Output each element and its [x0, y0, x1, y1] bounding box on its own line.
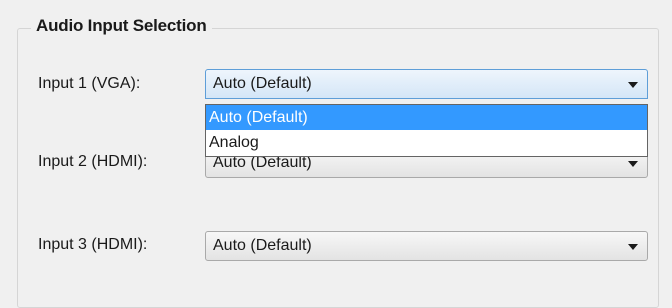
input-1-dropdown-list: Auto (Default) Analog	[205, 104, 648, 157]
dropdown-arrow-icon	[628, 244, 638, 250]
input-3-select[interactable]: Auto (Default)	[205, 231, 648, 261]
dropdown-option-auto-default[interactable]: Auto (Default)	[206, 105, 647, 130]
audio-input-panel: Audio Input Selection Input 1 (VGA): Aut…	[0, 0, 672, 308]
group-title: Audio Input Selection	[31, 16, 212, 36]
input-1-select-value: Auto (Default)	[213, 75, 312, 92]
dropdown-arrow-icon	[628, 161, 638, 167]
dropdown-option-analog[interactable]: Analog	[206, 130, 647, 155]
input-1-label: Input 1 (VGA):	[38, 75, 141, 92]
input-1-select[interactable]: Auto (Default)	[205, 69, 648, 99]
dropdown-arrow-icon	[628, 82, 638, 88]
input-3-label: Input 3 (HDMI):	[38, 236, 148, 253]
input-2-label: Input 2 (HDMI):	[38, 153, 148, 170]
input-3-select-value: Auto (Default)	[213, 237, 312, 254]
